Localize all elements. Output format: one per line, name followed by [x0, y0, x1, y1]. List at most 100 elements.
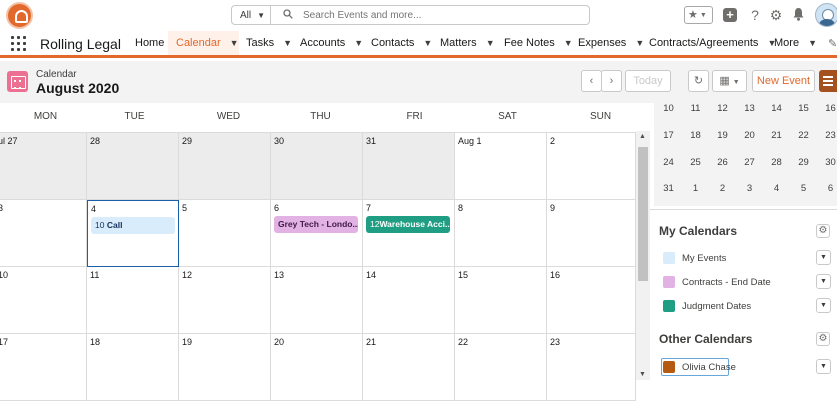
edit-nav-icon[interactable]: ✎	[828, 31, 837, 55]
day-cell[interactable]: 20	[271, 334, 363, 401]
day-cell[interactable]: 18	[87, 334, 179, 401]
notifications-bell-icon[interactable]	[790, 7, 806, 23]
calendar-item-judgment-dates[interactable]: Judgment Dates ▼	[663, 297, 837, 315]
mini-day[interactable]: 13	[736, 103, 763, 114]
mini-day[interactable]: 21	[763, 130, 790, 141]
chevron-down-icon[interactable]: ▼	[808, 38, 817, 48]
day-cell[interactable]: 3	[0, 200, 87, 267]
mini-day[interactable]: 1	[682, 183, 709, 194]
calendar-color-swatch[interactable]	[663, 276, 675, 288]
calendar-item-olivia-chase[interactable]: Olivia Chase ▼	[661, 358, 837, 376]
day-cell[interactable]: 2	[547, 133, 636, 200]
previous-month-button[interactable]: ‹	[581, 70, 602, 92]
scroll-down-icon[interactable]: ▼	[639, 371, 646, 378]
new-event-button[interactable]: New Event	[752, 70, 815, 92]
gear-icon[interactable]: ⚙	[768, 7, 784, 23]
chevron-down-icon[interactable]: ▼	[354, 38, 363, 48]
mini-day[interactable]: 12	[709, 103, 736, 114]
day-cell[interactable]: ul 27	[0, 133, 87, 200]
mini-day[interactable]: 23	[817, 130, 837, 141]
calendar-view-dropdown[interactable]: ▦ ▼	[712, 70, 747, 92]
gear-icon[interactable]: ⚙	[816, 224, 830, 238]
calendar-color-swatch[interactable]	[663, 300, 675, 312]
mini-day[interactable]: 18	[682, 130, 709, 141]
chevron-down-icon[interactable]: ▼	[816, 298, 831, 313]
event-call[interactable]: 10 Call	[91, 217, 175, 234]
scrollbar-thumb[interactable]	[638, 147, 648, 281]
mini-day[interactable]: 10	[655, 103, 682, 114]
help-icon[interactable]: ?	[747, 7, 763, 23]
calendar-item-contracts-end-date[interactable]: Contracts - End Date ▼	[663, 273, 837, 291]
day-cell[interactable]: 30	[271, 133, 363, 200]
chevron-down-icon[interactable]: ▼	[816, 274, 831, 289]
today-button[interactable]: Today	[625, 70, 671, 92]
nav-item-more[interactable]: More ▼	[774, 31, 817, 55]
day-cell[interactable]: 9	[547, 200, 636, 267]
day-cell[interactable]: 13	[271, 267, 363, 334]
day-cell[interactable]: 7 12Warehouse Acci...	[363, 200, 455, 267]
nav-item-expenses[interactable]: Expenses ▼	[578, 31, 644, 55]
favorites-button[interactable]: ★ ▼	[684, 6, 713, 24]
global-actions-icon[interactable]: +	[723, 8, 737, 22]
day-cell[interactable]: 23	[547, 334, 636, 401]
calendar-item-my-events[interactable]: My Events ▼	[663, 249, 837, 267]
mini-day[interactable]: 15	[790, 103, 817, 114]
calendar-scrollbar[interactable]: ▲ ▼	[636, 131, 650, 380]
day-cell[interactable]: 11	[87, 267, 179, 334]
day-cell[interactable]: 5	[179, 200, 271, 267]
nav-item-matters[interactable]: Matters ▼	[440, 31, 495, 55]
day-cell[interactable]: 22	[455, 334, 547, 401]
day-cell[interactable]: 21	[363, 334, 455, 401]
day-cell[interactable]: 16	[547, 267, 636, 334]
nav-item-fee-notes[interactable]: Fee Notes ▼	[504, 31, 573, 55]
day-cell[interactable]: 14	[363, 267, 455, 334]
gear-icon[interactable]: ⚙	[816, 332, 830, 346]
mini-day[interactable]: 22	[790, 130, 817, 141]
chevron-down-icon[interactable]: ▼	[486, 38, 495, 48]
mini-day[interactable]: 11	[682, 103, 709, 114]
mini-day[interactable]: 26	[709, 157, 736, 168]
nav-item-accounts[interactable]: Accounts ▼	[300, 31, 363, 55]
mini-day[interactable]: 31	[655, 183, 682, 194]
chevron-down-icon[interactable]: ▼	[283, 38, 292, 48]
chevron-down-icon[interactable]: ▼	[816, 359, 831, 374]
event-warehouse[interactable]: 12Warehouse Acci...	[366, 216, 450, 233]
mini-day[interactable]: 30	[817, 157, 837, 168]
day-cell-today[interactable]: 4 10 Call	[87, 200, 179, 267]
search-scope-dropdown[interactable]: All ▼	[231, 5, 271, 25]
calendar-color-swatch[interactable]	[663, 361, 675, 373]
search-input[interactable]	[303, 8, 573, 22]
app-launcher-icon[interactable]	[11, 36, 26, 51]
mini-day[interactable]: 16	[817, 103, 837, 114]
day-cell[interactable]: Aug 1	[455, 133, 547, 200]
global-search[interactable]	[271, 5, 590, 25]
event-grey-tech[interactable]: Grey Tech - Londo...	[274, 216, 358, 233]
app-logo[interactable]	[6, 2, 33, 29]
next-month-button[interactable]: ›	[601, 70, 622, 92]
mini-day[interactable]: 17	[655, 130, 682, 141]
nav-item-contracts-agreements[interactable]: Contracts/Agreements ▼	[649, 31, 776, 55]
mini-day[interactable]: 28	[763, 157, 790, 168]
day-cell[interactable]: 17	[0, 334, 87, 401]
user-avatar[interactable]	[815, 3, 837, 27]
mini-day[interactable]: 20	[736, 130, 763, 141]
mini-day[interactable]: 24	[655, 157, 682, 168]
chevron-down-icon[interactable]: ▼	[564, 38, 573, 48]
mini-day[interactable]: 25	[682, 157, 709, 168]
day-cell[interactable]: 28	[87, 133, 179, 200]
menu-icon[interactable]	[819, 70, 837, 92]
chevron-down-icon[interactable]: ▼	[816, 250, 831, 265]
day-cell[interactable]: 15	[455, 267, 547, 334]
day-cell[interactable]: 19	[179, 334, 271, 401]
day-cell[interactable]: 6 Grey Tech - Londo...	[271, 200, 363, 267]
day-cell[interactable]: 29	[179, 133, 271, 200]
mini-day[interactable]: 4	[763, 183, 790, 194]
chevron-down-icon[interactable]: ▼	[423, 38, 432, 48]
day-cell[interactable]: 10	[0, 267, 87, 334]
refresh-button[interactable]: ↻	[688, 70, 709, 92]
mini-day[interactable]: 5	[790, 183, 817, 194]
chevron-down-icon[interactable]: ▼	[635, 38, 644, 48]
scroll-up-icon[interactable]: ▲	[639, 133, 646, 140]
chevron-down-icon[interactable]: ▼	[230, 38, 239, 48]
nav-item-tasks[interactable]: Tasks ▼	[246, 31, 292, 55]
